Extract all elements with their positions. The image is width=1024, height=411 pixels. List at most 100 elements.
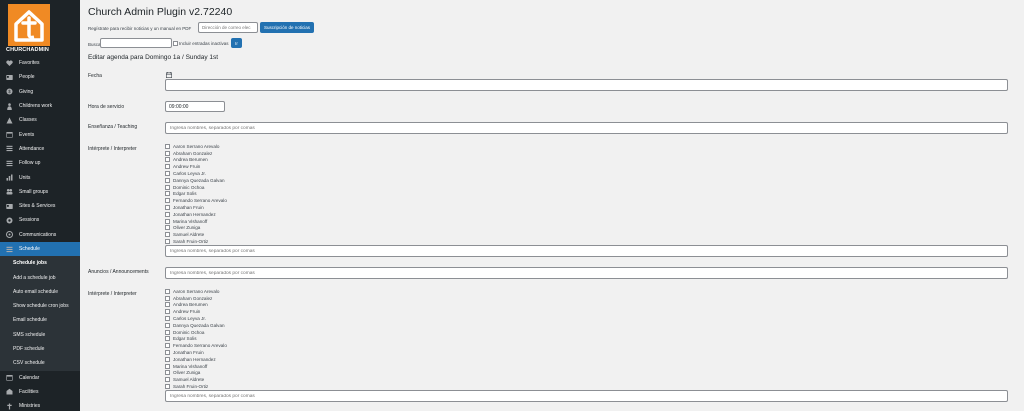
person-option[interactable]: Aaron Serrano Arevalo: [165, 288, 227, 295]
person-option[interactable]: Dominic Ochoa: [165, 184, 227, 191]
person-checkbox[interactable]: [165, 164, 170, 170]
sidebar-item-ministries[interactable]: Ministries: [0, 399, 80, 411]
sidebar-item-sites-and-services[interactable]: Sites & Services: [0, 199, 80, 213]
person-checkbox[interactable]: [165, 384, 170, 390]
sidebar-item-communications[interactable]: Communications: [0, 228, 80, 242]
person-option[interactable]: Samuel Aldrete: [165, 231, 227, 238]
person-option[interactable]: Edgar Solis: [165, 336, 227, 343]
submenu-item-schedule-jobs[interactable]: Schedule jobs: [0, 256, 80, 270]
person-checkbox[interactable]: [165, 329, 170, 335]
search-input[interactable]: [100, 38, 172, 48]
fecha-input[interactable]: [165, 79, 1008, 91]
person-checkbox[interactable]: [165, 239, 170, 245]
sidebar-item-facilities[interactable]: Facilities: [0, 385, 80, 399]
person-option[interactable]: Aaron Serrano Arevalo: [165, 143, 227, 150]
person-checkbox[interactable]: [165, 143, 170, 149]
person-checkbox[interactable]: [165, 177, 170, 183]
person-checkbox[interactable]: [165, 157, 170, 163]
person-checkbox[interactable]: [165, 232, 170, 238]
person-checkbox[interactable]: [165, 205, 170, 211]
hora-input[interactable]: [165, 101, 225, 112]
person-checkbox[interactable]: [165, 211, 170, 217]
submenu-item-email-schedule[interactable]: Email schedule: [0, 313, 80, 327]
submenu-item-csv-schedule[interactable]: CSV schedule: [0, 356, 80, 370]
person-name: Andrew Fruin: [173, 309, 201, 315]
interpreter-input-2[interactable]: [165, 390, 1008, 402]
sidebar-item-schedule[interactable]: Schedule: [0, 241, 80, 257]
submenu-item-sms-schedule[interactable]: SMS schedule: [0, 328, 80, 342]
submenu-item-show-schedule-cron-jobs[interactable]: Show schedule cron jobs: [0, 299, 80, 313]
sidebar-item-label: Classes: [19, 117, 37, 124]
newsletter-email-input[interactable]: [198, 22, 258, 33]
teaching-input[interactable]: [165, 122, 1008, 134]
person-option[interactable]: Oliver Zuniga: [165, 225, 227, 232]
sidebar-item-follow-up[interactable]: Follow up: [0, 156, 80, 170]
person-checkbox[interactable]: [165, 150, 170, 156]
person-option[interactable]: Sarah Fruin-Ortiz: [165, 238, 227, 245]
search-go-button[interactable]: Ir: [231, 38, 242, 48]
submenu-item-auto-email-schedule[interactable]: Auto email schedule: [0, 285, 80, 299]
person-option[interactable]: Andrea Berumen: [165, 302, 227, 309]
person-checkbox[interactable]: [165, 198, 170, 204]
person-checkbox[interactable]: [165, 316, 170, 322]
sidebar-item-giving[interactable]: $ Giving: [0, 85, 80, 99]
person-option[interactable]: Carlos Leyva Jr.: [165, 170, 227, 177]
person-option[interactable]: Marina Vishanoff: [165, 363, 227, 370]
person-option[interactable]: Carlos Leyva Jr.: [165, 315, 227, 322]
person-option[interactable]: Fernando Serrano Arevalo: [165, 342, 227, 349]
person-option[interactable]: Abraham Gonzalez: [165, 150, 227, 157]
person-checkbox[interactable]: [165, 191, 170, 197]
person-checkbox[interactable]: [165, 322, 170, 328]
person-checkbox[interactable]: [165, 343, 170, 349]
subscribe-button[interactable]: Suscripción de noticias: [260, 22, 314, 33]
person-option[interactable]: Jonathan Fruin: [165, 204, 227, 211]
sidebar-item-calendar[interactable]: Calendar: [0, 371, 80, 385]
person-option[interactable]: Andrew Fruin: [165, 308, 227, 315]
sidebar-item-attendance[interactable]: Attendance: [0, 142, 80, 156]
sidebar-item-units[interactable]: Units: [0, 170, 80, 184]
person-option[interactable]: Marina Vishanoff: [165, 218, 227, 225]
person-checkbox[interactable]: [165, 356, 170, 362]
person-checkbox[interactable]: [165, 336, 170, 342]
person-option[interactable]: Jonathan Hernandez: [165, 356, 227, 363]
person-checkbox[interactable]: [165, 370, 170, 376]
person-option[interactable]: Jonathan Fruin: [165, 349, 227, 356]
person-option[interactable]: Samuel Aldrete: [165, 376, 227, 383]
sidebar-item-childrens-work[interactable]: Childrens work: [0, 99, 80, 113]
include-inactive-checkbox[interactable]: [173, 41, 178, 46]
person-option[interactable]: Dominic Ochoa: [165, 329, 227, 336]
person-checkbox[interactable]: [165, 171, 170, 177]
person-checkbox[interactable]: [165, 218, 170, 224]
person-option[interactable]: Edgar Solis: [165, 191, 227, 198]
sidebar-item-small-groups[interactable]: Small groups: [0, 185, 80, 199]
person-option[interactable]: Dannya Quezada Galvan: [165, 177, 227, 184]
person-checkbox[interactable]: [165, 302, 170, 308]
person-option[interactable]: Andrew Fruin: [165, 163, 227, 170]
sidebar-item-sessions[interactable]: Sessions: [0, 213, 80, 227]
person-checkbox[interactable]: [165, 350, 170, 356]
sidebar-item-people[interactable]: People: [0, 70, 80, 84]
sidebar-item-events[interactable]: Events: [0, 127, 80, 141]
person-checkbox[interactable]: [165, 295, 170, 301]
person-option[interactable]: Jonathan Hernandez: [165, 211, 227, 218]
submenu-item-pdf-schedule[interactable]: PDF schedule: [0, 342, 80, 356]
interpreter-input-1[interactable]: [165, 245, 1008, 257]
person-option[interactable]: Oliver Zuniga: [165, 370, 227, 377]
announcements-input[interactable]: [165, 267, 1008, 279]
person-option[interactable]: Andrea Berumen: [165, 157, 227, 164]
person-option[interactable]: Fernando Serrano Arevalo: [165, 197, 227, 204]
person-checkbox[interactable]: [165, 309, 170, 315]
person-checkbox[interactable]: [165, 363, 170, 369]
sidebar-item-favorites[interactable]: Favorites: [0, 56, 80, 70]
person-option[interactable]: Dannya Quezada Galvan: [165, 322, 227, 329]
person-name: Andrea Berumen: [173, 157, 208, 163]
person-option[interactable]: Abraham Gonzalez: [165, 295, 227, 302]
person-checkbox[interactable]: [165, 288, 170, 294]
person-checkbox[interactable]: [165, 225, 170, 231]
person-option[interactable]: Sarah Fruin-Ortiz: [165, 383, 227, 390]
person-checkbox[interactable]: [165, 184, 170, 190]
sidebar-item-classes[interactable]: Classes: [0, 113, 80, 127]
calendar-icon[interactable]: [166, 72, 172, 78]
submenu-item-add-a-schedule-job[interactable]: Add a schedule job: [0, 270, 80, 284]
person-checkbox[interactable]: [165, 377, 170, 383]
